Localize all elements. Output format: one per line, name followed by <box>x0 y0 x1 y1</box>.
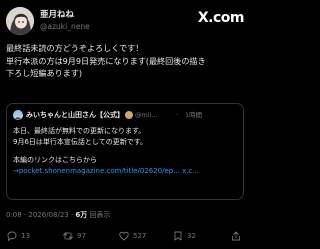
quoted-separator: · <box>176 111 179 119</box>
bookmark-count: 32 <box>187 232 196 240</box>
tweet-line: 最終話未読の方どうぞよろしくです！ <box>6 43 144 53</box>
quoted-tweet-text: 本日、最終話が無料での更新になります。 9月6日は単行本宣伝話としての更新です。… <box>13 126 237 177</box>
quoted-tweet-header: みいちゃんと山田さん【公式】 @mii... · 1時間 <box>13 110 237 120</box>
bookmark-icon <box>174 231 182 241</box>
view-count: 6万 <box>75 211 88 219</box>
quoted-tweet[interactable]: みいちゃんと山田さん【公式】 @mii... · 1時間 本日、最終話が無料での… <box>6 103 244 200</box>
quoted-author-handle: @mii... <box>135 111 158 119</box>
author-name[interactable]: 亜月ねね <box>40 9 90 21</box>
verified-badge-icon <box>125 111 133 119</box>
like-count: 527 <box>133 232 147 240</box>
quoted-timestamp: 1時間 <box>185 111 203 119</box>
author-avatar[interactable] <box>6 7 34 35</box>
reply-button[interactable]: 13 <box>6 228 30 244</box>
share-button[interactable] <box>230 228 242 244</box>
quoted-link-intro: 本編のリンクはこちらから <box>13 156 97 164</box>
tweet-text: 最終話未読の方どうぞよろしくです！ 単行本派の方は9月9日発売になります(最終回… <box>6 42 246 80</box>
author-handle[interactable]: @azuki_nene <box>40 21 90 32</box>
share-icon <box>232 231 240 241</box>
tweet-header: 亜月ねね @azuki_nene X.com <box>6 7 245 37</box>
retweet-count: 97 <box>77 232 86 240</box>
tweet-meta: 0:08 · 2026/08/23 · 6万 回表示 <box>6 210 111 220</box>
author-info: 亜月ねね @azuki_nene <box>40 9 90 32</box>
reply-count: 13 <box>21 232 30 240</box>
tweet-line: 単行本派の方は9月9日発売になります(最終回後の描き <box>6 55 206 66</box>
action-bar: 13 97 527 32 <box>6 228 246 244</box>
tweet-timestamp[interactable]: 0:08 · 2026/08/23 · <box>6 211 75 219</box>
bookmark-button[interactable]: 32 <box>172 228 196 244</box>
tweet-line: 下ろし短編あります) <box>6 68 83 78</box>
quoted-link[interactable]: →pocket.shonenmagazine.com/title/02620/e… <box>13 166 237 177</box>
retweet-icon <box>63 232 73 240</box>
quoted-line: 9月6日は単行本宣伝話としての更新です。 <box>13 138 147 146</box>
view-label: 回表示 <box>87 211 111 219</box>
quoted-line: 本日、最終話が無料での更新になります。 <box>13 127 146 135</box>
quoted-author-name: みいちゃんと山田さん【公式】 <box>26 111 124 119</box>
heart-icon <box>119 231 129 241</box>
quoted-spacer <box>13 148 237 155</box>
quoted-author-avatar <box>13 110 23 120</box>
reply-icon <box>7 231 17 242</box>
like-button[interactable]: 527 <box>118 228 146 244</box>
x-logo: X.com <box>197 10 245 26</box>
retweet-button[interactable]: 97 <box>62 228 86 244</box>
